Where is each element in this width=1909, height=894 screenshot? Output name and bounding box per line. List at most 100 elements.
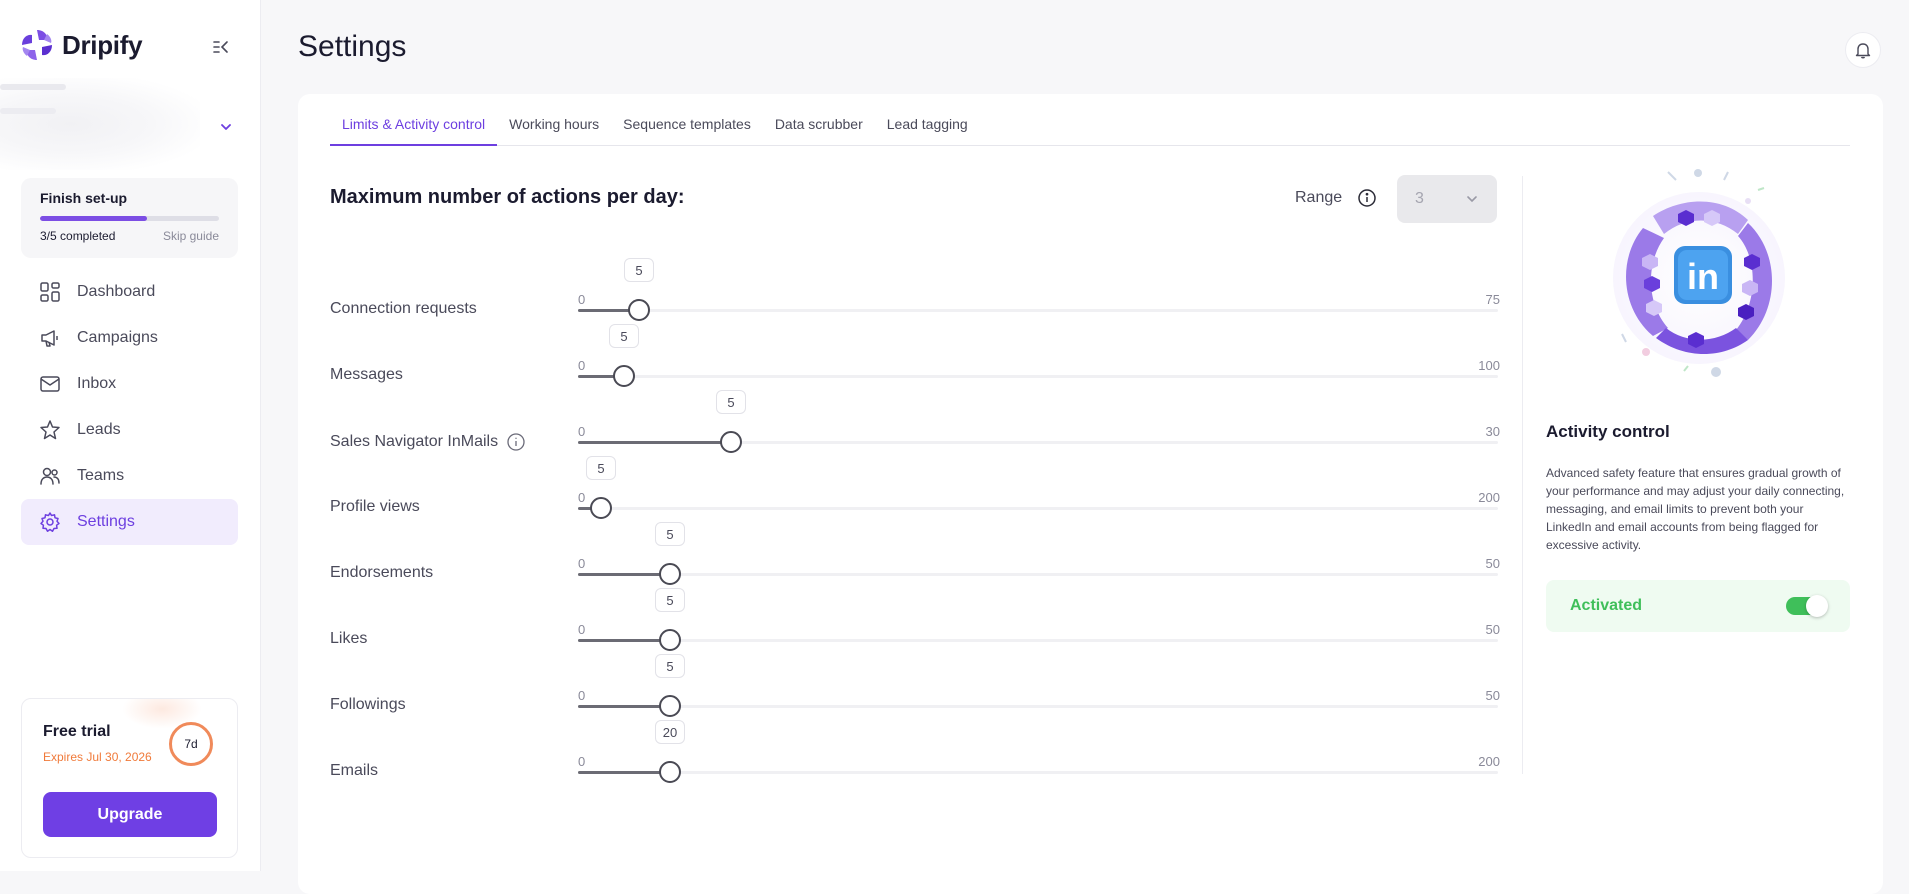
toggle-knob [1806, 595, 1828, 617]
slider-row: Connection requests 0 75 5 [330, 258, 1500, 334]
info-icon[interactable] [506, 432, 526, 452]
slider-track[interactable]: 5 [578, 258, 1498, 321]
slider-value-bubble: 5 [586, 456, 616, 480]
slider-min: 0 [578, 358, 586, 373]
slider-row: Profile views 0 200 5 [330, 456, 1500, 532]
slider-min: 0 [578, 292, 586, 307]
slider-min: 0 [578, 688, 586, 703]
range-value: 3 [1415, 190, 1424, 207]
star-icon [40, 420, 60, 440]
slider-track[interactable]: 5 [578, 324, 1498, 387]
setup-progress-bar [40, 216, 219, 221]
activity-control-toggle[interactable] [1786, 595, 1828, 617]
slider-fill [578, 573, 670, 576]
slider-value-bubble: 20 [655, 720, 685, 744]
settings-card: Limits & Activity control Working hours … [298, 94, 1883, 894]
chevron-down-icon[interactable] [217, 118, 235, 136]
mail-icon [40, 376, 60, 392]
skip-guide-link[interactable]: Skip guide [163, 229, 219, 243]
nav-item-inbox[interactable]: Inbox [21, 361, 238, 407]
slider-max: 50 [1485, 622, 1500, 637]
settings-tabs: Limits & Activity control Working hours … [330, 110, 1850, 146]
slider-thumb[interactable] [590, 497, 612, 519]
slider-thumb[interactable] [613, 365, 635, 387]
slider-thumb[interactable] [659, 695, 681, 717]
setup-progress-card: Finish set-up 3/5 completed Skip guide [21, 178, 238, 258]
slider-label: Connection requests [330, 300, 477, 318]
slider-row: Emails 0 200 20 [330, 720, 1500, 796]
nav-label: Teams [77, 467, 125, 484]
slider-track[interactable]: 5 [578, 654, 1498, 717]
slider-track[interactable]: 5 [578, 456, 1498, 519]
activity-control-description: Advanced safety feature that ensures gra… [1546, 466, 1845, 552]
slider-track[interactable]: 5 [578, 522, 1498, 585]
slider-min: 0 [578, 424, 586, 439]
slider-track[interactable]: 5 [578, 588, 1498, 651]
range-select[interactable]: 3 [1397, 175, 1497, 223]
slider-thumb[interactable] [628, 299, 650, 321]
slider-track[interactable]: 20 [578, 720, 1498, 783]
upgrade-button[interactable]: Upgrade [43, 792, 217, 837]
notifications-button[interactable] [1845, 32, 1881, 68]
slider-thumb[interactable] [720, 431, 742, 453]
slider-label-text: Profile views [330, 498, 420, 515]
gear-icon [40, 512, 60, 532]
profile-email-placeholder [0, 108, 56, 114]
slider-thumb[interactable] [659, 563, 681, 585]
slider-fill [578, 705, 670, 708]
linkedin-globe-illustration: in [1613, 169, 1785, 377]
tab-limits-activity-control[interactable]: Limits & Activity control [330, 110, 498, 146]
slider-thumb[interactable] [659, 629, 681, 651]
slider-thumb[interactable] [659, 761, 681, 783]
slider-track[interactable]: 5 [578, 390, 1498, 453]
tab-data-scrubber[interactable]: Data scrubber [763, 110, 875, 146]
page-title: Settings [298, 30, 407, 63]
collapse-sidebar-button[interactable] [208, 34, 234, 60]
limits-title: Maximum number of actions per day: [330, 186, 685, 208]
chevron-down-icon [1467, 196, 1477, 203]
slider-label-text: Messages [330, 366, 403, 383]
slider-label: Endorsements [330, 564, 433, 582]
nav-item-campaigns[interactable]: Campaigns [21, 315, 238, 361]
slider-value-bubble: 5 [655, 588, 685, 612]
nav-item-teams[interactable]: Teams [21, 453, 238, 499]
info-icon[interactable] [1357, 188, 1377, 208]
slider-min: 0 [578, 622, 586, 637]
brand[interactable]: Dripify [20, 28, 143, 62]
slider-label: Emails [330, 762, 378, 780]
slider-label: Sales Navigator InMails [330, 432, 526, 452]
slider-max: 100 [1478, 358, 1500, 373]
slider-label: Profile views [330, 498, 420, 516]
slider-label-text: Sales Navigator InMails [330, 433, 499, 450]
slider-value-bubble: 5 [716, 390, 746, 414]
slider-label: Messages [330, 366, 403, 384]
dripify-logo-icon [22, 30, 52, 60]
nav-item-dashboard[interactable]: Dashboard [21, 269, 238, 315]
slider-min: 0 [578, 754, 586, 769]
nav-item-settings[interactable]: Settings [21, 499, 238, 545]
slider-max: 50 [1485, 556, 1500, 571]
profile-switcher[interactable] [0, 78, 200, 170]
slider-fill [578, 441, 731, 444]
nav-label: Inbox [77, 375, 117, 392]
brand-name: Dripify [62, 29, 143, 60]
bell-icon [1855, 43, 1871, 59]
tab-working-hours[interactable]: Working hours [497, 110, 611, 146]
tab-lead-tagging[interactable]: Lead tagging [875, 110, 980, 146]
slider-label-text: Connection requests [330, 300, 477, 317]
nav-label: Settings [77, 513, 135, 530]
users-icon [40, 467, 60, 485]
slider-value-bubble: 5 [655, 654, 685, 678]
profile-name-placeholder [0, 84, 66, 90]
setup-count: 3/5 completed [40, 229, 116, 243]
slider-max: 75 [1485, 292, 1500, 307]
slider-value-bubble: 5 [609, 324, 639, 348]
slider-max: 200 [1478, 490, 1500, 505]
setup-title: Finish set-up [40, 190, 128, 206]
slider-max: 50 [1485, 688, 1500, 703]
nav-label: Leads [77, 421, 121, 438]
nav-item-leads[interactable]: Leads [21, 407, 238, 453]
svg-text:in: in [1687, 256, 1719, 297]
nav-label: Dashboard [77, 283, 156, 300]
tab-sequence-templates[interactable]: Sequence templates [611, 110, 763, 146]
